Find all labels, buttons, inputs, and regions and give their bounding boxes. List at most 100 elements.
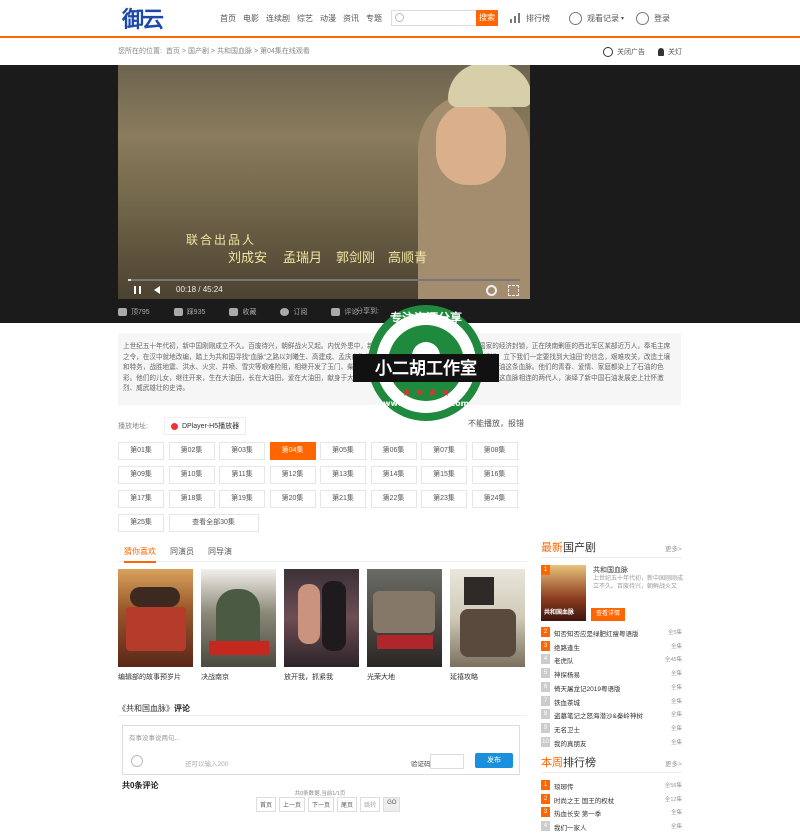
episode-button[interactable]: 第16集 bbox=[471, 466, 518, 484]
rank-item[interactable]: 7 铁血茶城 全集 bbox=[541, 695, 682, 708]
nav-item-anime[interactable]: 动漫 bbox=[320, 13, 336, 24]
site-logo[interactable]: 御云 bbox=[122, 2, 164, 34]
gear-icon[interactable] bbox=[486, 285, 497, 296]
recommend-item[interactable]: 光荣大地 bbox=[367, 569, 442, 682]
volume-icon[interactable] bbox=[154, 286, 160, 294]
rank-item[interactable]: 2 知否知否应是绿肥红瘦粤语版 全5集 bbox=[541, 626, 682, 639]
tab-same-actor[interactable]: 同演员 bbox=[170, 546, 194, 557]
episode-button[interactable]: 第05集 bbox=[320, 442, 366, 460]
episode-button[interactable]: 第10集 bbox=[168, 466, 215, 484]
page-jump-input[interactable]: 跳转 bbox=[360, 797, 381, 812]
rank-item[interactable]: 1 琅琊传 全56集 bbox=[541, 779, 682, 792]
episode-button[interactable]: 第02集 bbox=[168, 442, 215, 460]
episode-button[interactable]: 第22集 bbox=[370, 490, 417, 508]
pager-last[interactable]: 尾页 bbox=[337, 797, 358, 812]
rank-item[interactable]: 6 倚天屠龙记2019粤语版 全集 bbox=[541, 681, 682, 694]
rank-item[interactable]: 10 我的真朋友 全集 bbox=[541, 736, 682, 749]
pager-next[interactable]: 下一页 bbox=[308, 797, 335, 812]
recommend-item[interactable]: 决战南京 bbox=[201, 569, 276, 682]
close-ad-button[interactable]: 关闭广告 bbox=[603, 47, 645, 57]
video-frame[interactable]: 联合出品人 刘成安 孟瑞月 郭剑刚 高顺青 bbox=[118, 65, 530, 299]
nav-item-home[interactable]: 首页 bbox=[220, 13, 236, 24]
episode-button[interactable]: 第20集 bbox=[269, 490, 316, 508]
breadcrumb-show[interactable]: 共和国血脉 bbox=[217, 48, 252, 55]
breadcrumb-category[interactable]: 国产剧 bbox=[188, 48, 209, 55]
rank-item[interactable]: 5 神探杨易 全集 bbox=[541, 667, 682, 680]
captcha-input[interactable] bbox=[430, 754, 464, 769]
comment-form: 有事没事说两句... 还可以输入200 验证码 发布 bbox=[122, 725, 520, 775]
recommend-item[interactable]: 放开我，抓紧我 bbox=[284, 569, 359, 682]
comment-textarea[interactable]: 有事没事说两句... bbox=[129, 732, 180, 742]
episode-button[interactable]: 第24集 bbox=[471, 490, 518, 508]
episode-button[interactable]: 第13集 bbox=[320, 466, 366, 484]
fullscreen-icon[interactable] bbox=[508, 285, 519, 296]
episode-button[interactable]: 第15集 bbox=[421, 466, 467, 484]
ranking-link[interactable]: 排行榜 bbox=[510, 9, 550, 27]
subscribe-button[interactable]: 订阅 bbox=[280, 307, 307, 317]
progress-bar[interactable] bbox=[128, 279, 520, 281]
login-link[interactable]: 登录 bbox=[636, 9, 670, 27]
rank-item[interactable]: 4 老虎队 全45集 bbox=[541, 653, 682, 666]
view-details-button[interactable]: 查看详情 bbox=[591, 608, 625, 621]
pager-prev[interactable]: 上一页 bbox=[279, 797, 306, 812]
user-icon bbox=[636, 11, 649, 25]
search-button[interactable]: 搜索 bbox=[476, 10, 498, 26]
featured-title[interactable]: 共和国血脉 bbox=[593, 565, 628, 575]
favorite-button[interactable]: 收藏 bbox=[229, 307, 256, 317]
episode-button[interactable]: 第12集 bbox=[269, 466, 316, 484]
related-tabs: 猜你喜欢 同演员 同导演 bbox=[118, 541, 527, 563]
tab-same-director[interactable]: 同导演 bbox=[208, 546, 232, 557]
weekly-heading: 本周排行榜 bbox=[541, 754, 596, 770]
post-comment-button[interactable]: 发布 bbox=[475, 753, 513, 768]
episode-button[interactable]: 第09集 bbox=[118, 466, 164, 484]
episode-button[interactable]: 第17集 bbox=[118, 490, 164, 508]
rank-item[interactable]: 3 热血长安 第一季 全集 bbox=[541, 806, 682, 819]
pause-icon[interactable] bbox=[134, 286, 141, 294]
episode-button[interactable]: 第04集 bbox=[269, 442, 316, 460]
emoji-icon[interactable] bbox=[131, 755, 143, 767]
rank-item[interactable]: 4 我们一家人 全集 bbox=[541, 820, 682, 833]
episode-button[interactable]: 第06集 bbox=[370, 442, 417, 460]
breadcrumb-home[interactable]: 首页 bbox=[166, 48, 180, 55]
recommend-item[interactable]: 编辑部的故事预岁片 bbox=[118, 569, 193, 682]
episode-button[interactable]: 第18集 bbox=[168, 490, 215, 508]
rank-item[interactable]: 3 绝路逢生 全集 bbox=[541, 640, 682, 653]
episode-button[interactable]: 第08集 bbox=[471, 442, 518, 460]
nav-item-news[interactable]: 资讯 bbox=[343, 13, 359, 24]
nav-item-movie[interactable]: 电影 bbox=[243, 13, 259, 24]
play-source-tab[interactable]: DPlayer-H5播放器 bbox=[163, 417, 247, 435]
episode-button[interactable]: 第07集 bbox=[421, 442, 467, 460]
nav-item-topic[interactable]: 专题 bbox=[366, 13, 382, 24]
nav-item-variety[interactable]: 综艺 bbox=[297, 13, 313, 24]
latest-more-link[interactable]: 更多> bbox=[665, 543, 682, 553]
rank-name: 老虎队 bbox=[554, 658, 574, 666]
episode-button[interactable]: 第23集 bbox=[421, 490, 467, 508]
episode-button[interactable]: 第01集 bbox=[118, 442, 164, 460]
pager-first[interactable]: 首页 bbox=[256, 797, 277, 812]
episode-button[interactable]: 第14集 bbox=[370, 466, 417, 484]
recommend-item[interactable]: 延禧攻略 bbox=[450, 569, 525, 682]
episode-button[interactable]: 第03集 bbox=[219, 442, 265, 460]
page-go-button[interactable]: GO bbox=[383, 797, 401, 812]
episode-button[interactable]: 第21集 bbox=[320, 490, 366, 508]
search-input[interactable] bbox=[391, 10, 477, 26]
weekly-more-link[interactable]: 更多> bbox=[665, 758, 682, 768]
rank-item[interactable]: 8 盗墓笔记之怒海潜沙&秦岭神树 全集 bbox=[541, 708, 682, 721]
episode-button[interactable]: 第25集 bbox=[118, 514, 164, 532]
history-dropdown[interactable]: 观看记录 ▾ bbox=[569, 9, 624, 27]
breadcrumb-prefix: 您所在的位置: bbox=[118, 48, 162, 55]
poster-image bbox=[450, 569, 525, 667]
view-all-episodes-button[interactable]: 查看全部30集 bbox=[168, 514, 259, 532]
lights-off-button[interactable]: 关灯 bbox=[658, 47, 682, 57]
weekly-heading-accent: 本周 bbox=[541, 757, 563, 769]
upvote-button[interactable]: 顶795 bbox=[118, 307, 150, 317]
nav-item-series[interactable]: 连续剧 bbox=[266, 13, 290, 24]
episode-button[interactable]: 第19集 bbox=[219, 490, 265, 508]
downvote-button[interactable]: 踩935 bbox=[173, 307, 205, 317]
episode-button[interactable]: 第11集 bbox=[219, 466, 265, 484]
rank-item[interactable]: 2 时尚之王 国王的权杖 全12集 bbox=[541, 793, 682, 806]
rank-number: 7 bbox=[541, 695, 550, 706]
rank-item[interactable]: 9 无名卫士 全集 bbox=[541, 722, 682, 735]
poster-image bbox=[367, 569, 442, 667]
tab-guess-you-like[interactable]: 猜你喜欢 bbox=[124, 546, 156, 563]
